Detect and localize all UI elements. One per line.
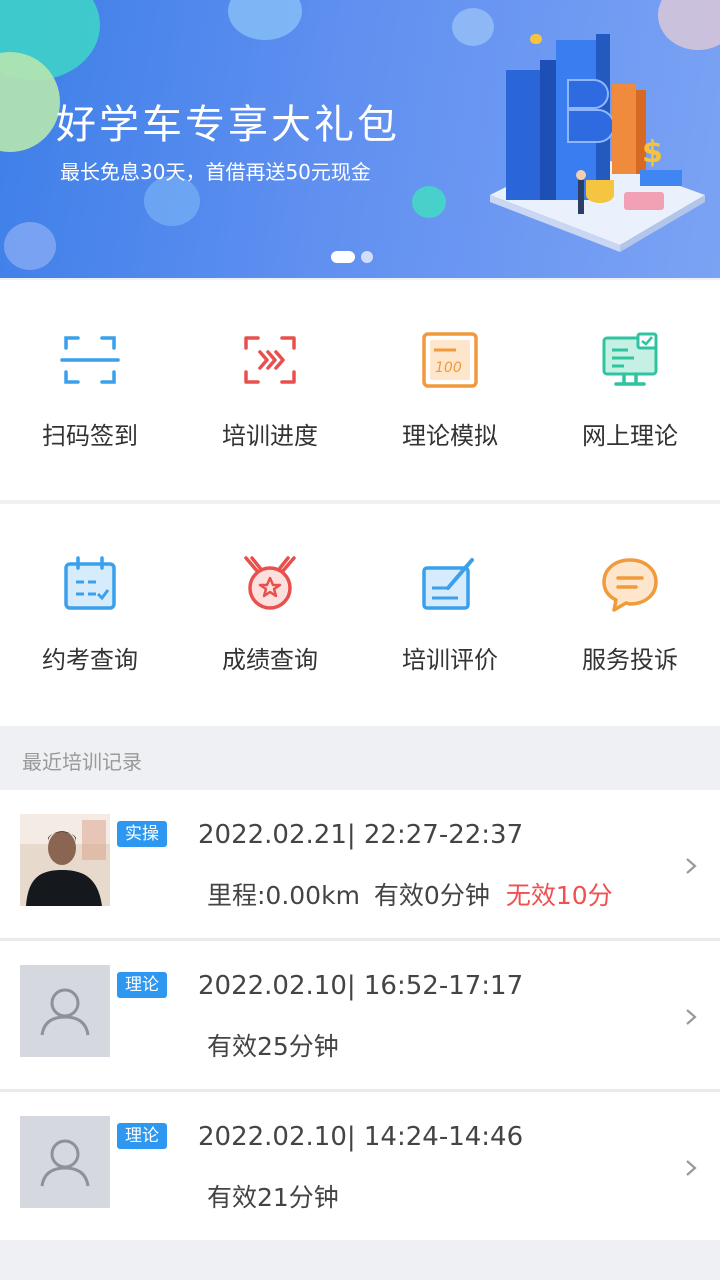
feature-grid-row-2: 约考查询 成绩查询 培训评价 服务投诉 <box>0 504 720 726</box>
decor-bubble <box>4 222 56 270</box>
chat-icon <box>602 558 658 612</box>
decor-bubble <box>228 0 302 40</box>
menu-training-review[interactable]: 培训评价 <box>360 504 540 726</box>
calendar-icon <box>64 556 116 610</box>
exam-paper-icon: 100 <box>422 332 478 388</box>
edit-icon <box>422 558 474 610</box>
decor-bubble <box>452 8 494 46</box>
menu-scan-checkin[interactable]: 扫码签到 <box>0 280 180 500</box>
menu-label: 扫码签到 <box>42 422 138 450</box>
recent-training-header: 最近培训记录 <box>0 730 720 788</box>
menu-online-theory[interactable]: 网上理论 <box>540 280 720 500</box>
user-icon <box>20 1116 110 1208</box>
menu-label: 培训评价 <box>402 646 498 674</box>
record-invalid-duration: 无效10分 <box>505 881 613 910</box>
menu-training-progress[interactable]: 培训进度 <box>180 280 360 500</box>
svg-text:$: $ <box>642 135 663 170</box>
training-record[interactable]: 实操 2022.02.21| 22:27-22:37 里程:0.00km 有效0分… <box>0 790 720 938</box>
record-valid-duration: 有效0分钟 <box>373 881 490 910</box>
student-photo <box>20 814 110 906</box>
menu-score-query[interactable]: 成绩查询 <box>180 504 360 726</box>
record-stats: 有效25分钟 <box>207 1027 339 1063</box>
menu-label: 成绩查询 <box>222 646 318 674</box>
menu-theory-mock[interactable]: 100 理论模拟 <box>360 280 540 500</box>
menu-label: 理论模拟 <box>402 422 498 450</box>
svg-text:100: 100 <box>435 360 462 376</box>
record-type-tag: 理论 <box>117 972 167 998</box>
menu-label: 网上理论 <box>582 422 678 450</box>
chevron-right-icon <box>686 858 697 874</box>
progress-icon <box>244 336 296 384</box>
scan-icon <box>60 336 120 384</box>
decor-bubble <box>412 186 446 218</box>
banner-pagination <box>331 251 373 263</box>
finance-illustration-icon: $ <box>490 34 705 252</box>
menu-label: 培训进度 <box>222 422 318 450</box>
menu-exam-booking-query[interactable]: 约考查询 <box>0 504 180 726</box>
chevron-right-icon <box>686 1160 697 1176</box>
banner-subtitle: 最长免息30天，首借再送50元现金 <box>60 160 371 184</box>
training-record[interactable]: 理论 2022.02.10| 16:52-17:17 有效25分钟 <box>0 941 720 1089</box>
section-title: 最近培训记录 <box>22 750 142 774</box>
record-type-tag: 理论 <box>117 1123 167 1149</box>
banner-dot[interactable] <box>361 251 373 263</box>
menu-label: 服务投诉 <box>582 646 678 674</box>
record-time: 2022.02.10| 14:24-14:46 <box>198 1122 524 1152</box>
monitor-icon <box>602 332 658 386</box>
banner-dot-active[interactable] <box>331 251 355 263</box>
chevron-right-icon <box>686 1009 697 1025</box>
banner-title: 好学车专享大礼包 <box>56 102 400 148</box>
record-time: 2022.02.10| 16:52-17:17 <box>198 971 524 1001</box>
avatar-placeholder <box>20 965 110 1057</box>
medal-icon <box>244 556 296 610</box>
record-valid-duration: 有效21分钟 <box>207 1183 339 1212</box>
record-time: 2022.02.21| 22:27-22:37 <box>198 820 524 850</box>
promo-banner[interactable]: 好学车专享大礼包 最长免息30天，首借再送50元现金 $ <box>0 0 720 278</box>
avatar-placeholder <box>20 1116 110 1208</box>
training-record[interactable]: 理论 2022.02.10| 14:24-14:46 有效21分钟 <box>0 1092 720 1240</box>
menu-service-complaint[interactable]: 服务投诉 <box>540 504 720 726</box>
record-mileage: 里程:0.00km <box>207 881 360 910</box>
user-icon <box>20 965 110 1057</box>
record-valid-duration: 有效25分钟 <box>207 1032 339 1061</box>
record-stats: 有效21分钟 <box>207 1178 339 1214</box>
menu-label: 约考查询 <box>42 646 138 674</box>
record-type-tag: 实操 <box>117 821 167 847</box>
record-stats: 里程:0.00km 有效0分钟 无效10分 <box>207 876 613 912</box>
feature-grid-row-1: 扫码签到 培训进度 100 理论模拟 网上理论 <box>0 280 720 502</box>
